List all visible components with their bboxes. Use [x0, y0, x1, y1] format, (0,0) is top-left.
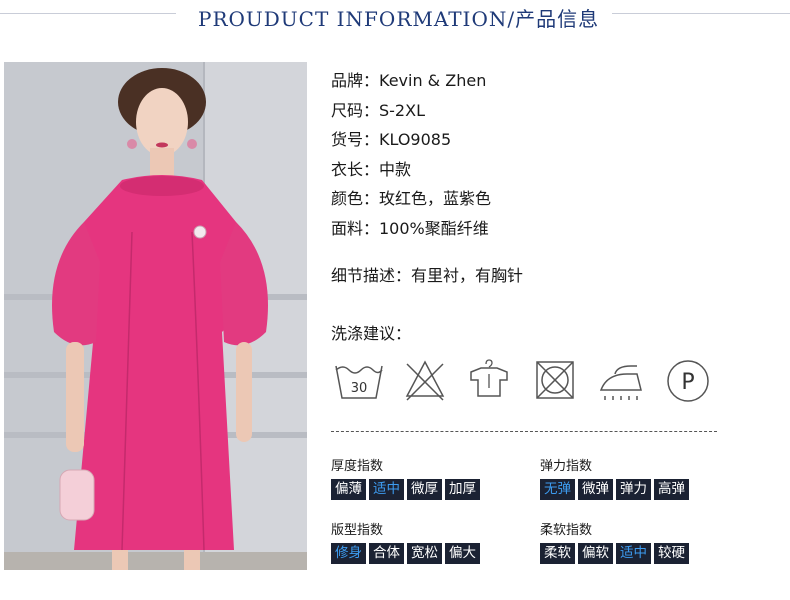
elasticity-option: 高弹: [654, 479, 689, 500]
detail-description: 细节描述：有里衬，有胸针: [331, 266, 524, 285]
thickness-option-selected: 适中: [369, 479, 404, 500]
thickness-index-title: 厚度指数: [331, 459, 384, 474]
dashed-divider: [331, 431, 717, 432]
no-bleach-icon: [405, 360, 445, 401]
spec-fabric: 面料：100%聚酯纤维: [331, 218, 489, 238]
dry-clean-p-icon: P: [667, 360, 709, 402]
header-line-left: [0, 13, 176, 14]
fit-index-title: 版型指数: [331, 523, 384, 538]
hang-dry-icon: [470, 359, 508, 397]
spec-color: 颜色：玫红色，蓝紫色: [331, 189, 492, 209]
spec-size: 尺码：S-2XL: [331, 100, 425, 120]
elasticity-option: 弹力: [616, 479, 651, 500]
fit-option: 宽松: [407, 543, 442, 564]
header-line-right: [612, 13, 790, 14]
fit-index: 版型指数 修身 合体 宽松 偏大: [331, 519, 480, 564]
elasticity-option: 微弹: [578, 479, 613, 500]
fit-option: 合体: [369, 543, 404, 564]
softness-index: 柔软指数 柔软 偏软 适中 较硬: [540, 519, 689, 564]
spec-brand: 品牌：Kevin & Zhen: [331, 71, 487, 90]
care-label: 洗涤建议：: [331, 324, 412, 343]
thickness-index: 厚度指数 偏薄 适中 微厚 加厚: [331, 455, 480, 500]
elasticity-option-selected: 无弹: [540, 479, 575, 500]
spec-list: 品牌：Kevin & Zhen 尺码：S-2XL 货号：KLO9085 衣长：中…: [331, 66, 491, 244]
iron-icon: [599, 365, 642, 400]
spec-item-number: 货号：KLO9085: [331, 130, 452, 150]
softness-option: 柔软: [540, 543, 575, 564]
softness-option: 较硬: [654, 543, 689, 564]
thickness-option: 偏薄: [331, 479, 366, 500]
thickness-option: 加厚: [445, 479, 480, 500]
product-photo: [4, 62, 307, 570]
section-title: PROUDUCT INFORMATION/产品信息: [198, 7, 600, 31]
fit-option-selected: 修身: [331, 543, 366, 564]
fit-option: 偏大: [445, 543, 480, 564]
softness-option-selected: 适中: [616, 543, 651, 564]
section-header: PROUDUCT INFORMATION/产品信息: [0, 0, 790, 34]
spec-length: 衣长：中款: [331, 159, 412, 179]
wash-temp: 30: [351, 381, 368, 396]
wash-30-icon: 30: [335, 365, 383, 399]
elasticity-index-title: 弹力指数: [540, 459, 593, 474]
elasticity-index: 弹力指数 无弹 微弹 弹力 高弹: [540, 455, 689, 500]
care-icons: 30 P: [331, 358, 721, 408]
softness-option: 偏软: [578, 543, 613, 564]
no-tumble-dry-icon: [536, 361, 574, 399]
softness-index-title: 柔软指数: [540, 523, 593, 538]
thickness-option: 微厚: [407, 479, 442, 500]
dry-clean-letter: P: [681, 370, 694, 395]
